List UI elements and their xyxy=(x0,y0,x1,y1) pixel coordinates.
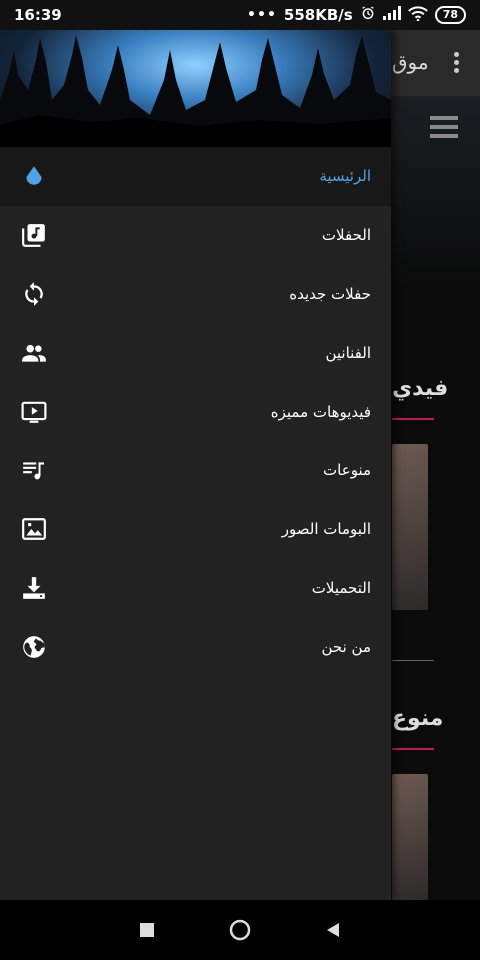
menu-item-featured-videos[interactable]: فيديوهات مميزه xyxy=(0,382,391,441)
menu-item-label: الفنانين xyxy=(325,343,371,362)
recents-button[interactable] xyxy=(134,917,160,943)
alarm-icon xyxy=(360,5,376,25)
menu-item-label: منوعات xyxy=(323,461,371,480)
menu-item-label: الحفلات xyxy=(321,226,371,245)
misc-thumbnail[interactable] xyxy=(392,774,428,900)
section-underline xyxy=(392,418,434,420)
playlist-icon xyxy=(20,456,48,484)
notification-dots: ••• xyxy=(247,7,277,23)
drawer-header-image xyxy=(0,30,391,147)
sync-icon xyxy=(20,280,48,308)
navigation-drawer: الرئيسية الحفلات حفلات جديده الفنانين في… xyxy=(0,30,391,900)
download-icon xyxy=(20,574,48,602)
section-underline xyxy=(392,748,434,750)
hamburger-icon[interactable] xyxy=(430,116,458,143)
menu-item-label: حفلات جديده xyxy=(289,284,371,303)
status-time: 16:39 xyxy=(14,6,62,24)
menu-item-label: البومات الصور xyxy=(281,520,371,539)
overflow-menu-icon[interactable] xyxy=(454,52,460,76)
music-library-icon xyxy=(20,221,48,249)
tv-play-icon xyxy=(20,398,48,426)
menu-item-concerts[interactable]: الحفلات xyxy=(0,206,391,265)
menu-item-label: الرئيسية xyxy=(319,167,371,186)
menu-item-artists[interactable]: الفنانين xyxy=(0,323,391,382)
app-title: موق xyxy=(392,50,429,74)
menu-item-about[interactable]: من نحن xyxy=(0,617,391,676)
menu-item-photo-albums[interactable]: البومات الصور xyxy=(0,500,391,559)
menu-item-label: من نحن xyxy=(321,637,372,656)
signal-icon xyxy=(382,6,401,24)
wifi-icon xyxy=(407,5,428,25)
section-title-misc: منوع xyxy=(392,706,444,731)
network-speed: 558KB/s xyxy=(283,6,353,24)
menu-item-home[interactable]: الرئيسية xyxy=(0,147,391,206)
divider xyxy=(392,660,434,661)
menu-item-label: فيديوهات مميزه xyxy=(270,402,371,421)
section-title-videos: فيدي xyxy=(392,376,449,401)
back-button[interactable] xyxy=(320,917,346,943)
globe-icon xyxy=(20,633,48,661)
home-button[interactable] xyxy=(227,917,253,943)
home-drop-icon xyxy=(20,162,48,190)
menu-item-downloads[interactable]: التحميلات xyxy=(0,559,391,618)
drawer-menu: الرئيسية الحفلات حفلات جديده الفنانين في… xyxy=(0,147,391,676)
status-bar: 16:39 ••• 558KB/s 78 xyxy=(0,0,480,30)
video-thumbnail[interactable] xyxy=(392,444,428,610)
battery-icon: 78 xyxy=(434,6,466,24)
system-nav-bar xyxy=(0,900,480,960)
people-icon xyxy=(20,339,48,367)
menu-item-misc[interactable]: منوعات xyxy=(0,441,391,500)
image-icon xyxy=(20,515,48,543)
menu-item-new-concerts[interactable]: حفلات جديده xyxy=(0,265,391,324)
menu-item-label: التحميلات xyxy=(311,578,371,597)
